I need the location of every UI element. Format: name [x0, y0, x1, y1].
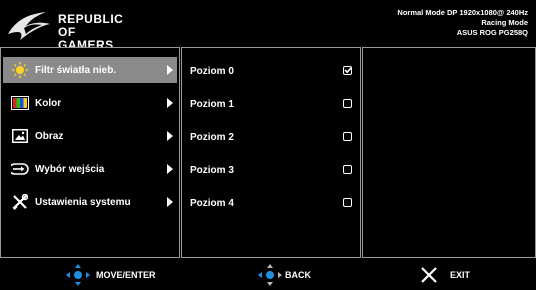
image-icon [11, 128, 29, 144]
option-level-0[interactable]: Poziom 0 [188, 58, 358, 84]
detail-panel [362, 47, 536, 258]
color-palette-icon [11, 95, 29, 111]
option-label: Poziom 1 [190, 98, 234, 110]
status-mode: Normal Mode DP 1920x1080@ 240Hz [397, 8, 528, 17]
move-enter-hint[interactable]: MOVE/ENTER [66, 259, 156, 290]
menu-item-image[interactable]: Obraz [3, 123, 177, 149]
option-label: Poziom 2 [190, 131, 234, 143]
status-preset: Racing Mode [481, 18, 528, 27]
option-label: Poziom 0 [190, 65, 234, 77]
close-icon [420, 266, 438, 284]
main-menu-panel: Filtr światła nieb. Kolor Obraz Wybór we… [0, 47, 180, 258]
arrow-right-icon [167, 98, 173, 108]
arrow-right-icon [167, 164, 173, 174]
status-info: Normal Mode DP 1920x1080@ 240Hz Racing M… [397, 8, 528, 38]
submenu-panel: Poziom 0 Poziom 1 Poziom 2 Poziom 3 Pozi… [181, 47, 361, 258]
menu-item-blue-light-filter[interactable]: Filtr światła nieb. [3, 57, 177, 83]
menu-item-color[interactable]: Kolor [3, 90, 177, 116]
tools-icon [11, 194, 29, 210]
footer: MOVE/ENTER BACK EXIT [0, 259, 536, 290]
menu-item-label: Kolor [35, 97, 62, 109]
back-label: BACK [285, 269, 311, 280]
checkbox-icon [343, 132, 352, 141]
joystick-back-icon [258, 263, 282, 286]
menu-item-system-settings[interactable]: Ustawienia systemu [3, 189, 177, 215]
option-level-1[interactable]: Poziom 1 [188, 91, 358, 117]
arrow-right-icon [167, 65, 173, 75]
menu-item-label: Obraz [35, 130, 64, 142]
menu-item-label: Ustawienia systemu [35, 196, 131, 208]
checkbox-icon [343, 99, 352, 108]
exit-label: EXIT [450, 269, 471, 280]
menu-item-label: Filtr światła nieb. [35, 64, 117, 76]
osd-window: REPUBLIC OF GAMERS Normal Mode DP 1920x1… [0, 0, 536, 290]
header: REPUBLIC OF GAMERS Normal Mode DP 1920x1… [0, 0, 536, 52]
option-level-2[interactable]: Poziom 2 [188, 124, 358, 150]
brand-line1: REPUBLIC OF [58, 12, 124, 39]
checkbox-icon [343, 198, 352, 207]
input-select-icon [11, 161, 29, 177]
joystick-move-icon [66, 263, 90, 286]
checkbox-checked-icon [343, 66, 353, 75]
rog-logo: REPUBLIC OF GAMERS [6, 6, 136, 52]
light-filter-icon [11, 62, 29, 78]
checkbox-icon [343, 165, 352, 174]
rog-eye-icon [8, 12, 50, 40]
arrow-right-icon [167, 131, 173, 141]
back-hint[interactable]: BACK [258, 259, 311, 290]
option-level-3[interactable]: Poziom 3 [188, 157, 358, 183]
status-model: ASUS ROG PG258Q [456, 28, 528, 37]
option-level-4[interactable]: Poziom 4 [188, 190, 358, 216]
option-label: Poziom 3 [190, 164, 234, 176]
exit-hint[interactable]: EXIT [420, 259, 470, 290]
menu-item-label: Wybór wejścia [35, 163, 105, 175]
arrow-right-icon [167, 197, 173, 207]
menu-item-input-select[interactable]: Wybór wejścia [3, 156, 177, 182]
move-enter-label: MOVE/ENTER [96, 269, 156, 280]
option-label: Poziom 4 [190, 197, 234, 209]
